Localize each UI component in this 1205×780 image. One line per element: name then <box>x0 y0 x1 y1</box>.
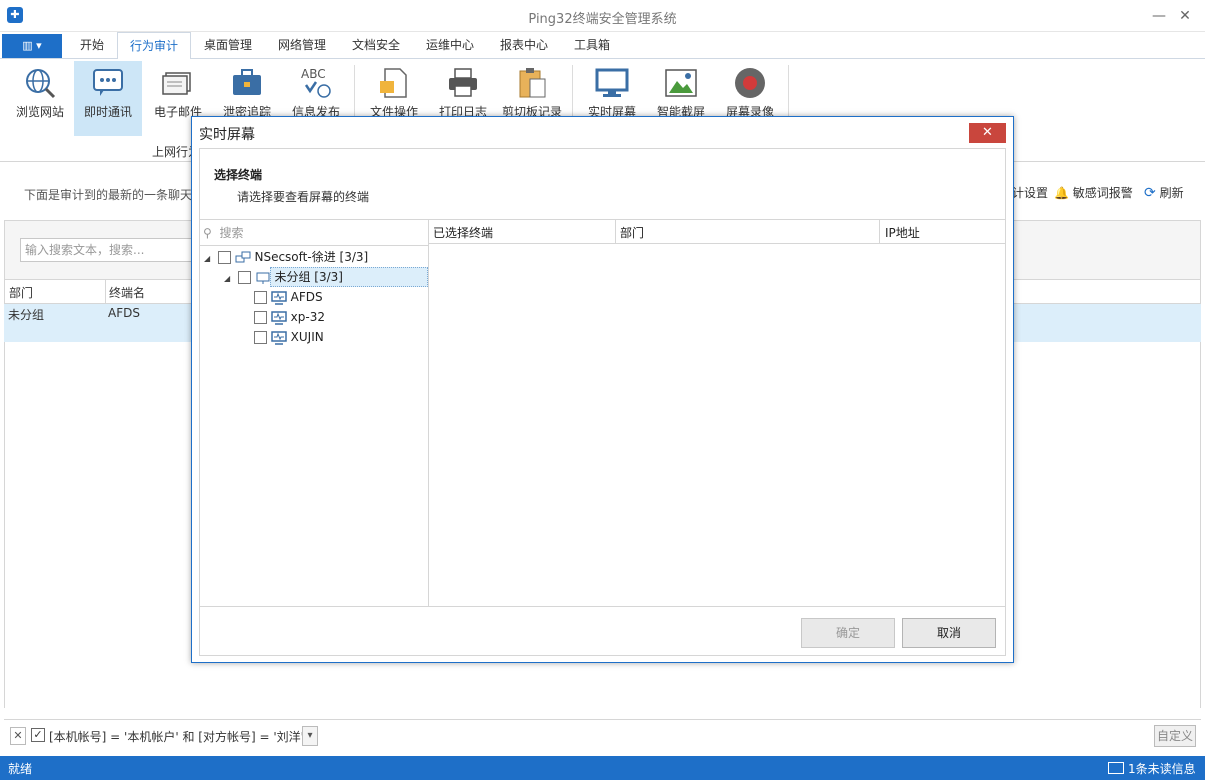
filter-checkbox[interactable]: ✓ <box>31 728 45 742</box>
clear-filter-button[interactable]: ✕ <box>10 727 26 745</box>
column-separator <box>105 280 106 304</box>
dialog-title: 实时屏幕 <box>199 127 255 143</box>
status-text: 就绪 <box>8 762 33 776</box>
tab-toolbox[interactable]: 工具箱 <box>562 32 622 59</box>
column-separator <box>879 220 880 244</box>
tree-search-divider <box>199 245 429 246</box>
refresh-button[interactable]: ⟳ 刷新 <box>1144 184 1184 201</box>
tree-node-terminal[interactable]: xp-32 <box>254 307 325 327</box>
globe-search-icon <box>26 69 56 99</box>
tree-terminal-label: AFDS <box>290 290 323 304</box>
picture-icon <box>665 69 697 97</box>
printer-icon <box>449 68 477 97</box>
sensitive-alert-button[interactable]: 🔔 敏感词报警 <box>1054 184 1133 201</box>
refresh-icon: ⟳ <box>1144 185 1156 201</box>
network-group-icon <box>235 251 251 262</box>
email-icon <box>162 72 191 95</box>
abc-globe-icon: ABC <box>301 67 331 98</box>
file-icon <box>380 68 407 98</box>
clipboard-icon <box>519 68 546 98</box>
audit-info-text: 下面是审计到的最新的一条聊天 <box>24 188 193 202</box>
svg-text:ABC: ABC <box>301 67 326 81</box>
dialog-subheading: 请选择要查看屏幕的终端 <box>237 190 370 204</box>
column-header-department[interactable]: 部门 <box>9 284 33 301</box>
dialog-footer-divider <box>199 606 1006 607</box>
tree-node-root[interactable]: ◢ NSecsoft-徐进 [3/3] <box>204 247 368 267</box>
dialog-close-button[interactable]: ✕ <box>969 123 1006 143</box>
unread-messages[interactable]: 1条未读信息 <box>1128 760 1196 777</box>
tab-ops[interactable]: 运维中心 <box>414 32 486 59</box>
column-header-ip[interactable]: IP地址 <box>885 224 920 241</box>
tab-network[interactable]: 网络管理 <box>266 32 338 59</box>
cell-department: 未分组 <box>8 308 45 322</box>
cell-terminal: AFDS <box>108 306 140 320</box>
terminal-icon <box>271 290 287 305</box>
cancel-button[interactable]: 取消 <box>902 618 996 648</box>
filter-dropdown-button[interactable]: ▾ <box>302 726 318 746</box>
tree-checkbox[interactable] <box>237 271 251 284</box>
message-icon[interactable] <box>1108 762 1124 774</box>
bell-icon: 🔔 <box>1054 186 1069 200</box>
expand-triangle-icon[interactable]: ◢ <box>204 249 214 269</box>
column-separator <box>615 220 616 244</box>
tree-node-group[interactable]: ◢ 未分组 [3/3] <box>224 267 343 287</box>
ok-button[interactable]: 确定 <box>801 618 895 648</box>
selected-terminals-panel <box>429 219 1006 606</box>
filter-expression[interactable]: [本机帐号] = '本机帐户' 和 [对方帐号] = '刘洋' <box>49 728 304 745</box>
tree-node-terminal[interactable]: XUJIN <box>254 327 324 347</box>
tree-checkbox[interactable] <box>254 311 267 324</box>
tab-document[interactable]: 文档安全 <box>340 32 412 59</box>
expand-triangle-icon[interactable]: ◢ <box>224 269 234 289</box>
column-header-department[interactable]: 部门 <box>620 224 644 241</box>
custom-filter-button[interactable]: 自定义 <box>1154 725 1196 747</box>
app-menu-button[interactable]: ▥ ▾ <box>2 34 62 58</box>
column-header-terminal[interactable]: 终端名 <box>109 284 145 301</box>
search-icon: ⚲ <box>203 226 212 240</box>
record-icon <box>735 68 765 98</box>
browse-web-label: 浏览网站 <box>15 105 64 119</box>
terminal-icon <box>271 330 287 345</box>
sensitive-settings-link[interactable]: 计设置 <box>1012 184 1048 201</box>
group-icon <box>256 272 270 284</box>
tab-behavior-audit[interactable]: 行为审计 <box>117 32 192 60</box>
tree-search-placeholder: 搜索 <box>219 226 244 240</box>
status-bar: 就绪 <box>0 756 1205 780</box>
minimize-button[interactable]: — <box>1148 6 1170 26</box>
browse-web-button[interactable]: 浏览网站 <box>6 61 74 136</box>
chat-icon <box>93 69 123 96</box>
tree-node-terminal[interactable]: AFDS <box>254 287 323 307</box>
refresh-label: 刷新 <box>1159 186 1184 200</box>
dialog-heading: 选择终端 <box>214 168 263 182</box>
terminal-icon <box>271 310 287 325</box>
tab-desktop[interactable]: 桌面管理 <box>192 32 264 59</box>
monitor-icon <box>595 68 629 97</box>
tree-group-label: 未分组 [3/3] <box>274 270 343 284</box>
tree-search-input[interactable]: ⚲ 搜索 <box>203 224 243 241</box>
window-title: Ping32终端安全管理系统 <box>528 12 677 27</box>
search-input[interactable]: 输入搜索文本，搜索... <box>20 238 200 262</box>
tree-terminal-label: XUJIN <box>290 330 324 344</box>
briefcase-icon <box>233 69 261 95</box>
tab-start[interactable]: 开始 <box>68 32 116 59</box>
instant-messaging-button[interactable]: 即时通讯 <box>74 61 142 136</box>
sensitive-alert-label: 敏感词报警 <box>1072 186 1133 200</box>
column-header-selected[interactable]: 已选择终端 <box>433 224 493 241</box>
tree-checkbox[interactable] <box>254 331 267 344</box>
tree-root-label: NSecsoft-徐进 [3/3] <box>254 250 369 264</box>
instant-messaging-label: 即时通讯 <box>83 105 132 119</box>
tab-reports[interactable]: 报表中心 <box>488 32 560 59</box>
ribbon-tabs: ▥ ▾ 开始 行为审计 桌面管理 网络管理 文档安全 运维中心 报表中心 工具箱 <box>0 32 1205 60</box>
tree-terminal-label: xp-32 <box>290 310 325 324</box>
tree-checkbox[interactable] <box>217 251 231 264</box>
tree-checkbox[interactable] <box>254 291 267 304</box>
close-window-button[interactable]: ✕ <box>1174 6 1196 26</box>
